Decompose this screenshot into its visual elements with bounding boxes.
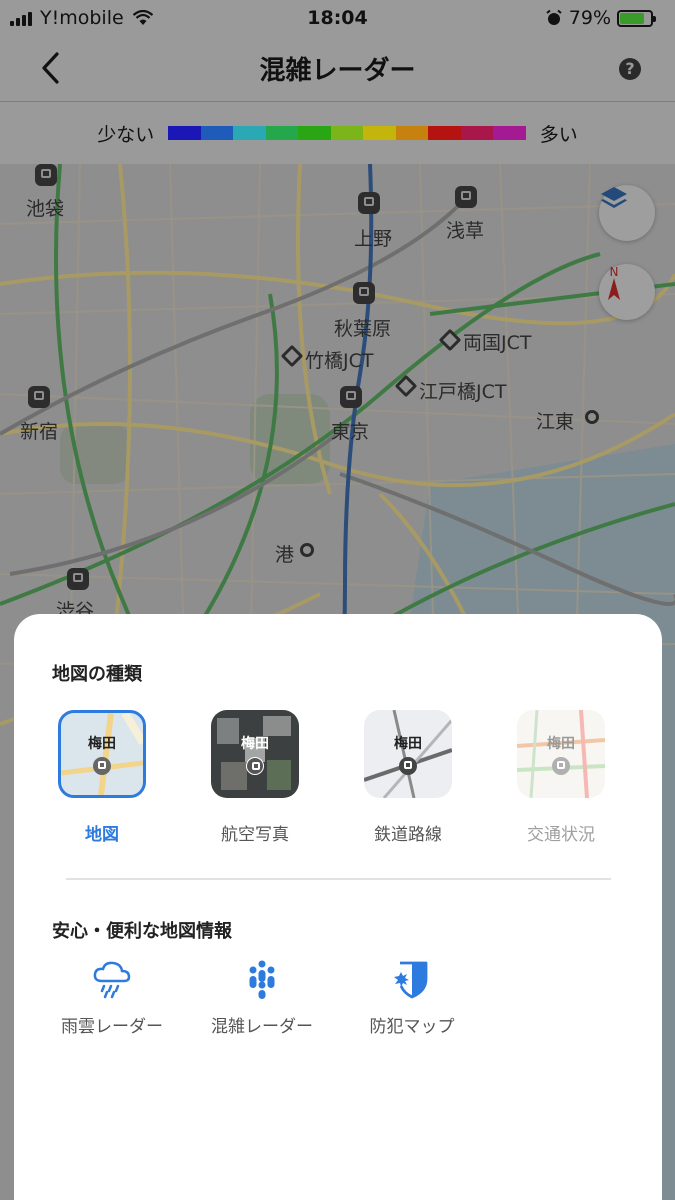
- feature-crowd-radar[interactable]: 混雑レーダー: [202, 956, 322, 1037]
- compass-button[interactable]: N: [599, 264, 655, 320]
- shield-icon: [394, 961, 428, 999]
- railway-lines-icon: [364, 710, 452, 798]
- legend-color-segment: [265, 126, 299, 140]
- feature-label: 雨雲レーダー: [61, 1017, 163, 1037]
- map-type-aerial-thumbnail: 梅田: [211, 710, 299, 798]
- map-label: 江戸橋JCT: [419, 381, 507, 403]
- map-label: 池袋: [26, 198, 65, 220]
- thumbnail-label: 梅田: [241, 736, 269, 752]
- station-pin[interactable]: [35, 164, 57, 186]
- station-pin[interactable]: [28, 386, 50, 408]
- legend-color-segment: [493, 126, 526, 140]
- map-thumbnail-icon: [61, 713, 143, 795]
- map-options-sheet: 地図の種類 梅田 地図 梅田 航空写真 梅田 鉄道路線 梅田 交通状況 安心・便…: [14, 614, 662, 1200]
- battery-percent: 79%: [568, 7, 611, 29]
- legend-color-segment: [428, 126, 461, 140]
- rain-cloud-icon: [93, 961, 131, 999]
- legend-color-segment: [330, 126, 364, 140]
- ward-marker: [585, 410, 599, 424]
- map-type-standard-thumbnail: 梅田: [58, 710, 146, 798]
- map-type-traffic-thumbnail: 梅田: [517, 710, 605, 798]
- map-type-aerial[interactable]: 梅田 航空写真: [205, 710, 305, 845]
- map-label: 江東: [536, 411, 575, 433]
- status-right: 79%: [545, 7, 656, 29]
- map-type-label: 航空写真: [221, 825, 289, 845]
- map-type-railway-thumbnail: 梅田: [364, 710, 452, 798]
- layers-button[interactable]: [599, 185, 655, 241]
- station-icon: [246, 757, 264, 775]
- station-pin[interactable]: [353, 282, 375, 304]
- map-info-list: 雨雲レーダー 混雑レーダー 防犯マップ: [52, 956, 632, 1046]
- map-label: 竹橋JCT: [305, 350, 374, 372]
- section-divider: [66, 878, 611, 880]
- feature-label: 混雑レーダー: [211, 1017, 313, 1037]
- feature-label: 防犯マップ: [369, 1017, 455, 1037]
- layers-icon: [601, 187, 627, 208]
- compass-icon: N: [608, 265, 620, 300]
- chevron-left-icon: [42, 52, 59, 84]
- back-button[interactable]: [32, 50, 68, 86]
- svg-text:N: N: [610, 265, 619, 279]
- map-label: 両国JCT: [463, 332, 532, 354]
- map-type-label: 交通状況: [527, 825, 595, 845]
- feature-crime-map[interactable]: 防犯マップ: [352, 956, 472, 1037]
- legend-color-segment: [168, 126, 201, 140]
- map-label: 新宿: [20, 421, 59, 443]
- legend-color-segment: [363, 126, 396, 140]
- station-icon: [399, 757, 417, 775]
- map-type-traffic[interactable]: 梅田 交通状況: [511, 710, 611, 845]
- legend-high-label: 多い: [539, 123, 578, 146]
- station-pin[interactable]: [455, 186, 477, 208]
- help-button[interactable]: ?: [619, 58, 641, 80]
- station-pin[interactable]: [340, 386, 362, 408]
- station-icon: [552, 757, 570, 775]
- page-title: 混雑レーダー: [259, 56, 416, 86]
- map-type-list: 梅田 地図 梅田 航空写真 梅田 鉄道路線 梅田 交通状況: [52, 710, 632, 850]
- map-type-railway[interactable]: 梅田 鉄道路線: [358, 710, 458, 845]
- info-title: 安心・便利な地図情報: [52, 921, 232, 942]
- signal-icon: [10, 10, 32, 26]
- map-types-title: 地図の種類: [52, 664, 142, 685]
- ward-marker: [300, 543, 314, 557]
- station-pin[interactable]: [67, 568, 89, 590]
- map-label: 港: [275, 544, 295, 566]
- legend-low-label: 少ない: [97, 123, 155, 146]
- legend-color-scale: [168, 126, 526, 140]
- status-left: Y!mobile: [10, 7, 154, 29]
- map-type-label: 地図: [85, 825, 119, 845]
- feature-rain-radar[interactable]: 雨雲レーダー: [52, 956, 172, 1037]
- station-pin[interactable]: [358, 192, 380, 214]
- legend-color-segment: [298, 126, 331, 140]
- status-bar: Y!mobile 18:04 79%: [0, 0, 675, 36]
- station-icon: [93, 757, 111, 775]
- map-label: 秋葉原: [334, 318, 392, 340]
- legend-color-segment: [460, 126, 494, 140]
- map-label: 浅草: [446, 220, 485, 242]
- thumbnail-label: 梅田: [547, 736, 575, 752]
- map-type-standard[interactable]: 梅田 地図: [52, 710, 152, 845]
- congestion-legend: 少ない 多い: [0, 102, 675, 164]
- alarm-icon: [546, 9, 562, 25]
- thumbnail-label: 梅田: [394, 736, 422, 752]
- battery-icon: [617, 9, 656, 27]
- crowd-icon: [249, 960, 275, 999]
- aerial-photo-icon: [217, 716, 291, 790]
- carrier-name: Y!mobile: [40, 7, 124, 29]
- map-type-label: 鉄道路線: [374, 825, 442, 845]
- thumbnail-label: 梅田: [88, 736, 116, 752]
- legend-color-segment: [233, 126, 266, 140]
- map-label: 上野: [354, 228, 393, 250]
- map-label: 東京: [331, 421, 370, 443]
- nav-bar: 混雑レーダー ?: [0, 36, 675, 102]
- traffic-lines-icon: [517, 710, 605, 798]
- wifi-icon: [132, 10, 153, 25]
- legend-color-segment: [200, 126, 234, 140]
- legend-color-segment: [395, 126, 429, 140]
